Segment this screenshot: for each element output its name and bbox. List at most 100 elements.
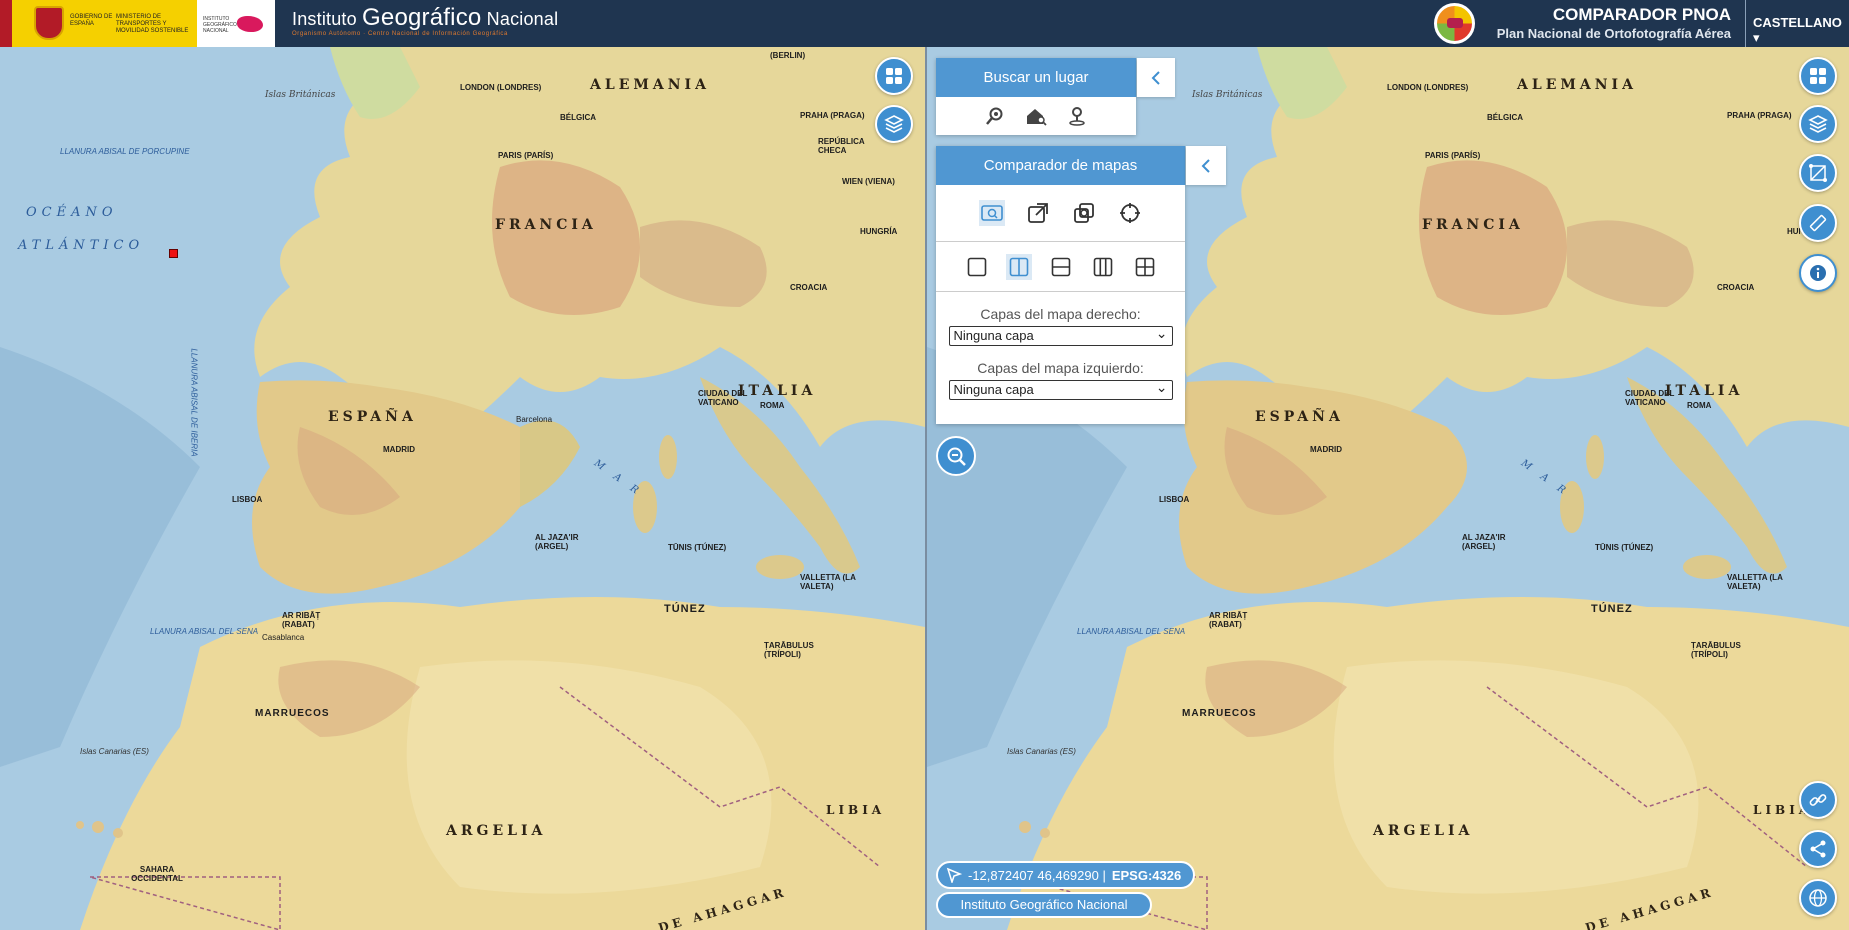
label-llanura-sena: LLANURA ABISAL DEL SENA: [150, 627, 259, 636]
quad-split-icon: [1135, 257, 1154, 276]
share-button[interactable]: [1799, 830, 1837, 868]
measure-button[interactable]: [1799, 204, 1837, 242]
search-panel-title[interactable]: Buscar un lugar: [936, 58, 1136, 97]
brand-suffix: Nacional: [481, 9, 559, 29]
coordinates-text: -12,872407 46,469290 |: [968, 867, 1106, 883]
cnig-logo-icon: [237, 16, 263, 32]
right-layers-button[interactable]: [1799, 105, 1837, 143]
label-casablanca: Casablanca: [262, 633, 305, 642]
left-map-layers-label: Capas del mapa izquierdo:: [977, 360, 1144, 376]
label-alemania: ALEMANIA: [590, 77, 710, 93]
brand-main: Geográfico: [362, 4, 482, 31]
search-place-icon[interactable]: [985, 106, 1005, 126]
label-belgica-r: BÉLGICA: [1487, 113, 1523, 122]
pnoa-logo-icon[interactable]: [1434, 3, 1475, 44]
label-madrid-r: MADRID: [1310, 445, 1342, 454]
link-button[interactable]: [1799, 781, 1837, 819]
government-logo[interactable]: GOBIERNO DE ESPAÑA MINISTERIO DE TRANSPO…: [0, 0, 275, 47]
label-croacia: CROACIA: [790, 283, 828, 292]
left-layers-button[interactable]: [875, 105, 913, 143]
right-layout-button[interactable]: [1799, 57, 1837, 95]
zoom-extent-button[interactable]: [936, 436, 976, 476]
app-header: GOBIERNO DE ESPAÑA MINISTERIO DE TRANSPO…: [0, 0, 1849, 47]
label-tarabulus: ṬARĀBULUS (TRÍPOLI): [764, 641, 814, 659]
label-lisboa: LISBOA: [232, 495, 263, 504]
share-icon: [1810, 840, 1826, 858]
header-separator: [1745, 0, 1746, 47]
label-islas-britanicas-r: Islas Británicas: [1192, 90, 1263, 100]
brand-subtitle: Organismo Autónomo · Centro Nacional de …: [292, 31, 508, 37]
label-islas-britanicas: Islas Británicas: [265, 90, 336, 100]
label-francia: FRANCIA: [495, 217, 597, 233]
label-francia-r: FRANCIA: [1422, 217, 1524, 233]
label-llanura-iberia: LLANURA ABISAL DE IBERIA: [189, 348, 199, 457]
label-paris: PARIS (PARÍS): [498, 151, 554, 160]
label-hungria: HUNGRÍA: [860, 227, 898, 236]
triple-split-button[interactable]: [1090, 254, 1116, 280]
info-button[interactable]: [1799, 254, 1837, 292]
label-libia: LIBIA: [826, 803, 886, 817]
label-lisboa-r: LISBOA: [1159, 495, 1190, 504]
label-barcelona: Barcelona: [516, 415, 553, 424]
label-tunez: TÚNEZ: [664, 603, 706, 615]
left-map[interactable]: ALEMANIA FRANCIA ESPAÑA ITALIA ARGELIA M…: [0, 47, 925, 930]
attribution-badge[interactable]: Instituto Geográfico Nacional: [936, 892, 1152, 918]
search-coordinates-icon[interactable]: [1067, 106, 1087, 126]
label-london: LONDON (LONDRES): [460, 83, 542, 92]
horizontal-split-icon: [1051, 257, 1070, 276]
label-belgica: BÉLGICA: [560, 113, 596, 122]
right-map-layers-select[interactable]: Ninguna capa: [948, 324, 1173, 346]
label-praga-r: PRAHA (PRAGA): [1727, 111, 1792, 120]
vertical-split-button[interactable]: [1005, 253, 1032, 280]
compare-area-icon: [1809, 164, 1827, 182]
ign-brand[interactable]: Instituto Geográfico Nacional: [292, 4, 558, 32]
label-tunis-r: TŪNIS (TÚNEZ): [1595, 543, 1654, 552]
label-islas-canarias: Islas Canarias (ES): [80, 747, 149, 756]
search-collapse-button[interactable]: [1137, 58, 1175, 97]
mirror-icon: [980, 205, 1003, 221]
transparency-mode-button[interactable]: [1071, 200, 1097, 226]
label-aljazair: AL JAZA'IR (ARGEL): [535, 533, 579, 551]
coat-of-arms-icon: [34, 6, 64, 40]
label-oceano: OCÉANO: [26, 205, 118, 220]
horizontal-split-button[interactable]: [1048, 254, 1074, 280]
map-area: ALEMANIA FRANCIA ESPAÑA ITALIA ARGELIA M…: [0, 47, 1849, 930]
link-icon: [1809, 794, 1827, 806]
label-alemania-r: ALEMANIA: [1517, 77, 1637, 93]
compare-tool-button[interactable]: [1799, 154, 1837, 192]
ministry-name: MINISTERIO DE TRANSPORTES Y MOVILIDAD SO…: [116, 14, 189, 34]
single-icon: [967, 257, 986, 276]
single-layout-button[interactable]: [964, 254, 990, 280]
lens-icon: [1119, 203, 1140, 223]
quad-split-button[interactable]: [1132, 254, 1158, 280]
left-layout-button[interactable]: [875, 57, 913, 95]
label-croacia-r: CROACIA: [1717, 283, 1755, 292]
label-islas-canarias-r: Islas Canarias (ES): [1007, 747, 1076, 756]
search-cadastre-icon[interactable]: [1025, 106, 1047, 126]
comparer-layout-row: [936, 242, 1185, 292]
left-map-layers-select[interactable]: Ninguna capa: [948, 378, 1173, 400]
curtain-mode-button[interactable]: [1025, 200, 1051, 226]
location-marker[interactable]: [169, 249, 178, 258]
label-wien: WIEN (VIENA): [842, 177, 895, 186]
label-london-r: LONDON (LONDRES): [1387, 83, 1469, 92]
label-argelia: ARGELIA: [446, 823, 547, 839]
mirror-mode-button[interactable]: [978, 200, 1005, 226]
lens-mode-button[interactable]: [1117, 200, 1143, 226]
label-paris-r: PARIS (PARÍS): [1425, 151, 1481, 160]
language-selector[interactable]: CASTELLANO ▾: [1753, 15, 1849, 46]
ign-logo-block: INSTITUTO GEOGRÁFICO NACIONAL: [197, 0, 275, 47]
brand-prefix: Instituto: [292, 9, 363, 29]
comparer-collapse-button[interactable]: [1186, 146, 1226, 185]
layers-icon: [1808, 115, 1828, 133]
label-llanura-porcupine: LLANURA ABISAL DE PORCUPINE: [60, 147, 190, 156]
vertical-split-icon: [1009, 257, 1028, 276]
projection-button[interactable]: [1799, 879, 1837, 917]
coordinates-display[interactable]: -12,872407 46,469290 | EPSG:4326: [936, 861, 1196, 889]
grid-icon: [886, 68, 902, 84]
ign-name: INSTITUTO GEOGRÁFICO NACIONAL: [203, 16, 237, 34]
globe-icon: [1809, 889, 1827, 907]
label-marruecos: MARRUECOS: [255, 708, 330, 719]
zoom-icon: [947, 447, 966, 466]
comparer-panel-title[interactable]: Comparador de mapas: [936, 146, 1185, 185]
